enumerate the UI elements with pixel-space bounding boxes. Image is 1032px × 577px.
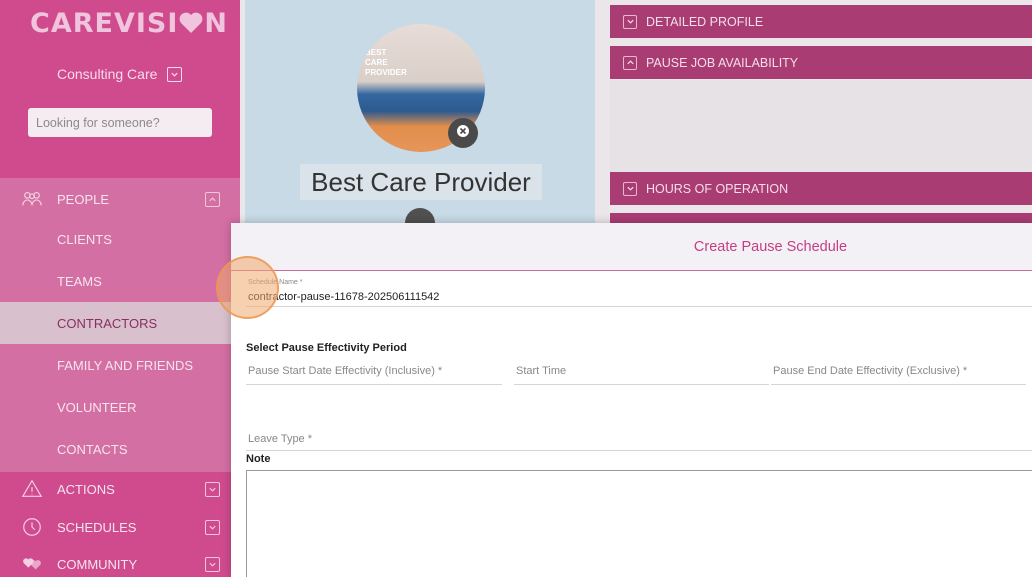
dialog-title: Create Pause Schedule [693,238,848,255]
chevron-up-icon[interactable] [205,191,220,207]
provider-name: Best Care Provider [300,164,542,200]
pause-start-date-field[interactable]: Pause Start Date Effectivity (Inclusive)… [246,359,502,385]
org-switcher[interactable]: Consulting Care [57,66,183,82]
section-pause-job-availability[interactable]: PAUSE JOB AVAILABILITY [610,46,1032,79]
pause-job-content [610,80,1032,172]
sidebar-item-contacts[interactable]: CONTACTS [0,428,240,470]
remove-avatar-button[interactable] [448,118,478,148]
app-logo[interactable]: CAREVISI N [30,8,228,42]
chevron-down-icon[interactable] [205,519,220,535]
chevron-down-icon [623,181,637,196]
pause-end-date-field[interactable]: Pause End Date Effectivity (Exclusive) * [771,359,1026,385]
chevron-up-icon [623,55,637,70]
search-input[interactable] [28,108,212,137]
schedule-name-field[interactable]: Schedule Name * contractor-pause-11678-2… [246,277,1032,307]
sidebar-item-actions[interactable]: ACTIONS [0,469,240,509]
heart-icon [178,11,204,42]
sidebar-item-family-and-friends[interactable]: FAMILY AND FRIENDS [0,344,240,386]
org-name: Consulting Care [57,66,158,82]
chevron-down-icon [623,14,637,29]
close-icon [456,124,470,143]
start-time-field[interactable]: Start Time [514,359,769,385]
leave-type-select[interactable]: Leave Type * [246,429,1032,451]
section-detailed-profile[interactable]: DETAILED PROFILE [610,5,1032,38]
dialog-header: Create Pause Schedule [231,223,1032,271]
chevron-down-icon[interactable] [205,556,220,572]
people-icon [20,187,44,211]
sidebar-item-people[interactable]: PEOPLE [0,178,240,220]
sidebar-item-community[interactable]: COMMUNITY [0,544,240,577]
click-indicator [216,256,279,319]
sidebar-item-contractors[interactable]: CONTRACTORS [0,302,240,344]
sidebar-item-teams[interactable]: TEAMS [0,260,240,302]
chevron-down-icon[interactable] [167,66,183,82]
note-textarea[interactable] [246,470,1032,577]
section-hours-of-operation[interactable]: HOURS OF OPERATION [610,172,1032,205]
note-label: Note [246,453,271,465]
pause-period-heading: Select Pause Effectivity Period [246,342,407,354]
hearts-icon [20,552,44,576]
sidebar-item-clients[interactable]: CLIENTS [0,218,240,260]
create-pause-schedule-dialog: Create Pause Schedule Schedule Name * co… [231,223,1032,577]
chevron-down-icon[interactable] [205,481,220,497]
clock-icon [20,515,44,539]
sidebar-item-schedules[interactable]: SCHEDULES [0,507,240,547]
sidebar: CAREVISIN Consulting Care PEOPLE CLIENTS… [0,0,240,577]
people-group: PEOPLE CLIENTS TEAMS CONTRACTORS FAMILY … [0,178,240,472]
sidebar-item-volunteer[interactable]: VOLUNTEER [0,386,240,428]
warning-icon [20,477,44,501]
